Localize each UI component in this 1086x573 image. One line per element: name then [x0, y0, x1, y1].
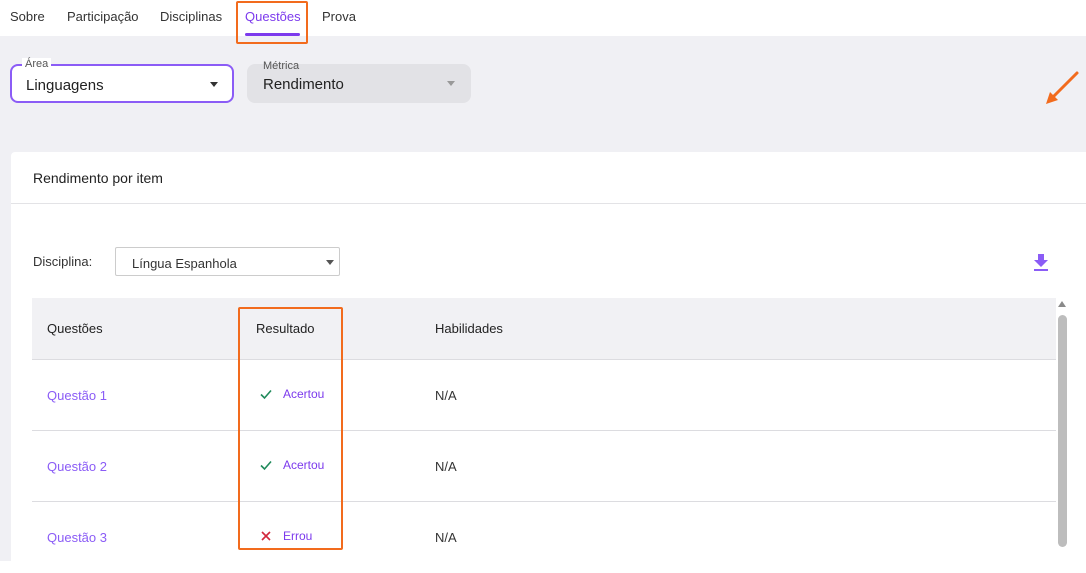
- caret-down-icon: [447, 81, 455, 86]
- table-row: Questão 1 Acertou N/A: [32, 360, 1056, 431]
- result-cell: Errou: [259, 529, 312, 543]
- metrica-select[interactable]: Métrica Rendimento: [247, 60, 471, 103]
- area-select[interactable]: Área Linguagens: [10, 58, 234, 103]
- area-select-value: Linguagens: [26, 77, 104, 94]
- tab-prova[interactable]: Prova: [322, 9, 356, 24]
- scrollbar-thumb[interactable]: [1058, 315, 1067, 547]
- area-select-label: Área: [22, 58, 52, 70]
- disciplina-select[interactable]: Língua Espanhola: [115, 247, 340, 276]
- disciplina-label: Disciplina:: [33, 254, 93, 269]
- questao-link[interactable]: Questão 3: [47, 530, 107, 545]
- header-resultado: Resultado: [256, 321, 315, 336]
- check-icon: [260, 389, 272, 400]
- header-habilidades: Habilidades: [435, 321, 503, 336]
- table-header: Questões Resultado Habilidades: [32, 298, 1056, 360]
- scroll-up-arrow[interactable]: [1058, 301, 1066, 307]
- header-questoes: Questões: [47, 321, 103, 336]
- habilidades-value: N/A: [435, 459, 457, 474]
- metrica-select-label: Métrica: [263, 60, 300, 72]
- close-icon: [261, 531, 271, 541]
- metrica-select-value: Rendimento: [263, 76, 344, 93]
- disciplina-select-value: Língua Espanhola: [132, 256, 237, 271]
- tab-participacao[interactable]: Participação: [67, 9, 139, 24]
- tab-questoes[interactable]: Questões: [245, 9, 301, 24]
- card-divider: [11, 203, 1086, 204]
- questao-link[interactable]: Questão 2: [47, 459, 107, 474]
- result-text: Errou: [283, 529, 313, 543]
- rendimento-card: Rendimento por item Disciplina: Língua E…: [11, 152, 1086, 573]
- result-cell: Acertou: [259, 458, 324, 472]
- card-title: Rendimento por item: [33, 170, 163, 186]
- download-icon[interactable]: [1031, 252, 1051, 272]
- result-cell: Acertou: [259, 387, 324, 401]
- check-icon: [260, 460, 272, 471]
- tab-sobre[interactable]: Sobre: [10, 9, 45, 24]
- questao-link[interactable]: Questão 1: [47, 388, 107, 403]
- result-text: Acertou: [283, 387, 325, 401]
- table-row: Questão 3 Errou N/A: [32, 502, 1056, 573]
- tab-bar: Sobre Participação Disciplinas Questões …: [0, 0, 1086, 36]
- tab-disciplinas[interactable]: Disciplinas: [160, 9, 222, 24]
- caret-down-icon: [210, 82, 218, 87]
- habilidades-value: N/A: [435, 530, 457, 545]
- result-text: Acertou: [283, 458, 325, 472]
- table-row: Questão 2 Acertou N/A: [32, 431, 1056, 502]
- habilidades-value: N/A: [435, 388, 457, 403]
- caret-down-icon: [326, 260, 334, 265]
